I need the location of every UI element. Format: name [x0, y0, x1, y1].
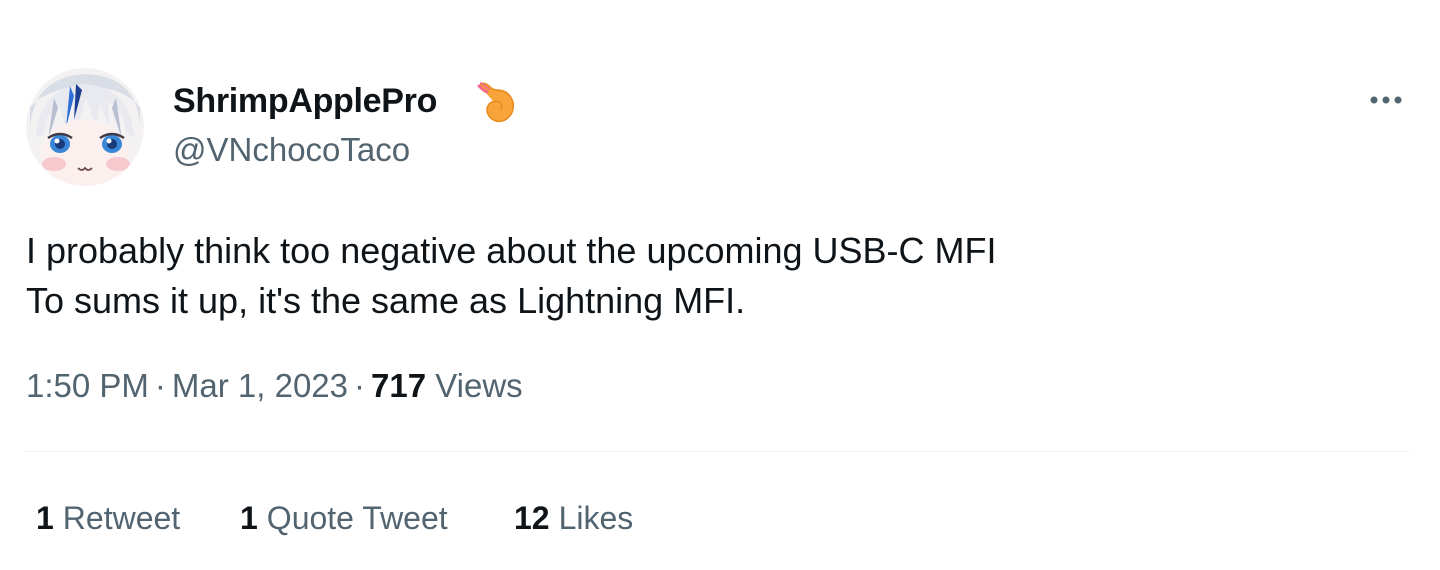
- retweets-count: 1: [36, 500, 54, 536]
- quote-tweets-stat-link[interactable]: 1 Quote Tweet: [240, 496, 448, 540]
- views-count: 717: [371, 367, 427, 404]
- author-handle[interactable]: @VNchocoTaco: [173, 130, 410, 170]
- tweet-text: I probably think too negative about the …: [26, 226, 997, 326]
- views-label: Views: [435, 367, 523, 404]
- retweets-stat-link[interactable]: 1 Retweet: [36, 496, 180, 540]
- quote-tweets-label: Quote Tweet: [266, 500, 448, 536]
- meta-separator: ·: [154, 367, 166, 404]
- tweet-text-line: I probably think too negative about the …: [26, 230, 997, 271]
- tweet-meta: 1:50 PM · Mar 1, 2023 · 717 Views: [26, 364, 523, 408]
- anime-avatar-icon: [26, 68, 144, 186]
- likes-count: 12: [514, 500, 550, 536]
- quote-tweets-count: 1: [240, 500, 258, 536]
- likes-stat-link[interactable]: 12 Likes: [514, 496, 633, 540]
- tweet-card: ShrimpApplePro @VNchocoTaco I probably t…: [0, 0, 1440, 570]
- avatar[interactable]: [26, 68, 144, 186]
- likes-label: Likes: [558, 500, 634, 536]
- tweet-date[interactable]: Mar 1, 2023: [172, 367, 348, 404]
- meta-separator: ·: [354, 367, 366, 404]
- more-horizontal-icon: [1370, 96, 1402, 104]
- retweets-label: Retweet: [62, 500, 181, 536]
- more-options-button[interactable]: [1362, 82, 1410, 118]
- divider: [26, 451, 1410, 452]
- tweet-text-line: To sums it up, it's the same as Lightnin…: [26, 280, 746, 321]
- author-display-name[interactable]: ShrimpApplePro: [173, 80, 437, 122]
- shrimp-emoji-icon: [475, 80, 519, 124]
- tweet-time[interactable]: 1:50 PM: [26, 367, 149, 404]
